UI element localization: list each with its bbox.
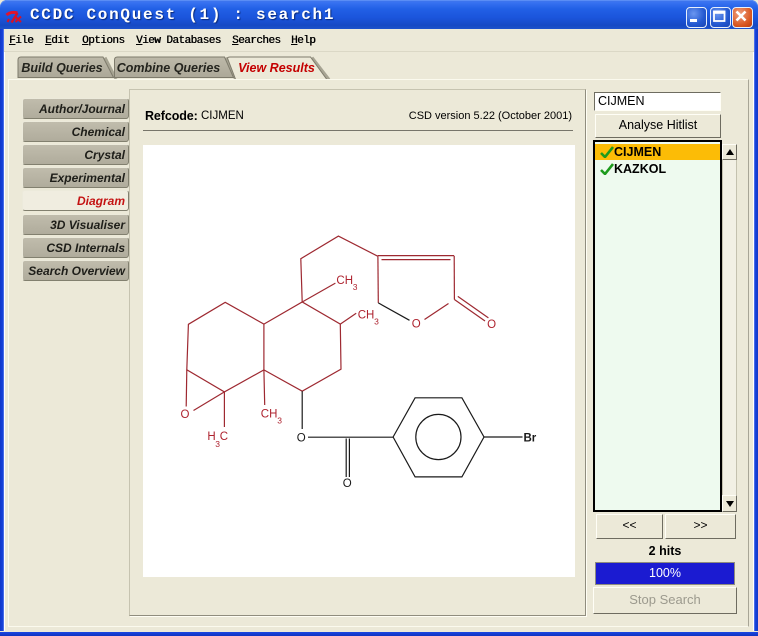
svg-text:O: O <box>181 409 190 421</box>
svg-text:Br: Br <box>524 432 537 444</box>
svg-text:3: 3 <box>374 317 379 327</box>
svg-text:Combine Queries: Combine Queries <box>117 61 221 75</box>
svg-text:View Results: View Results <box>238 61 315 75</box>
svg-text:3: 3 <box>277 416 282 426</box>
svg-text:CH: CH <box>358 310 375 322</box>
svg-text:O: O <box>412 318 421 330</box>
svg-text:C: C <box>220 431 228 443</box>
svg-text:O: O <box>487 319 496 331</box>
svg-text:CH: CH <box>261 409 278 421</box>
svg-text:3: 3 <box>353 282 358 292</box>
svg-text:Build Queries: Build Queries <box>21 61 102 75</box>
svg-text:O: O <box>343 478 352 490</box>
svg-text:O: O <box>297 432 306 444</box>
svg-text:CH: CH <box>336 275 353 287</box>
